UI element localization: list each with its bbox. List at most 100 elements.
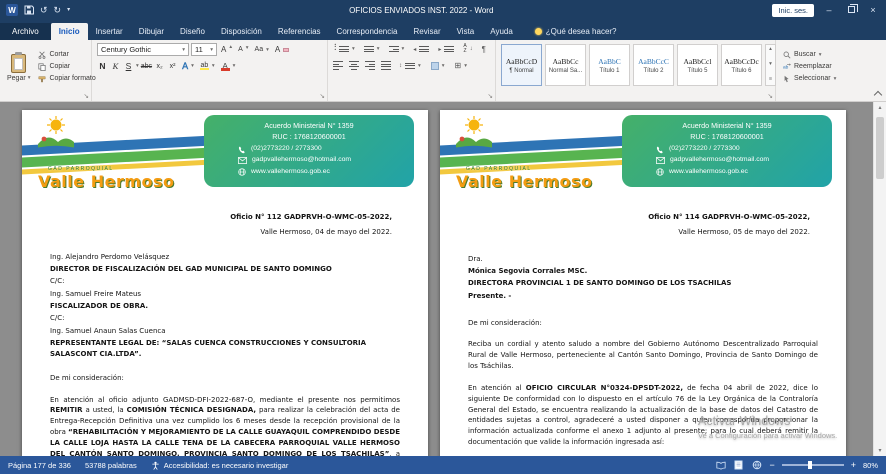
scroll-down-icon[interactable]: ▾ [874, 447, 886, 454]
grow-font-button[interactable]: A▴ [219, 45, 234, 55]
gallery-down-icon[interactable]: ▾ [769, 61, 772, 69]
scrollbar-thumb[interactable] [876, 117, 884, 179]
web-layout-button[interactable] [751, 460, 762, 471]
page-indicator[interactable]: Página 177 de 336 [8, 461, 71, 470]
redo-icon[interactable]: ↻ [54, 6, 62, 15]
window-title: OFICIOS ENVIADOS INST. 2022 - Word [70, 6, 772, 15]
numbering-button[interactable]: ▾ [362, 45, 382, 53]
clear-formatting-button[interactable]: A [273, 44, 291, 55]
font-family-value: Century Gothic [101, 45, 151, 54]
zoom-slider-thumb[interactable] [808, 461, 812, 469]
style-titulo-2[interactable]: AaBbCcCTítulo 2 [633, 44, 674, 86]
subscript-button[interactable]: x₂ [154, 63, 165, 70]
bullets-button[interactable]: ▾ [333, 45, 357, 53]
print-layout-button[interactable] [733, 460, 744, 471]
style-normal-sa[interactable]: AaBbCcNormal Sa... [545, 44, 586, 86]
style-preview: AaBbC [598, 57, 621, 66]
word-count[interactable]: 53788 palabras [85, 461, 137, 470]
text-effects-button[interactable]: A▾ [180, 60, 196, 72]
change-case-button[interactable]: Aa▾ [253, 45, 271, 54]
borders-button[interactable]: ⊞▾ [453, 60, 469, 71]
document-page-1[interactable]: GAD PARROQUIAL Valle Hermoso Acuerdo Min… [22, 110, 428, 456]
sort-button[interactable]: AZ↓ [461, 43, 474, 55]
vertical-scrollbar[interactable]: ▴ ▾ [873, 102, 886, 456]
format-painter-button[interactable]: Copiar formato [36, 74, 97, 84]
clipboard-dialog-launcher-icon[interactable]: ↘ [84, 94, 89, 101]
style-titulo-1[interactable]: AaBbCTítulo 1 [589, 44, 630, 86]
select-button[interactable]: Seleccionar▾ [781, 74, 838, 84]
zoom-out-button[interactable]: − [769, 461, 774, 470]
collapse-ribbon-button[interactable] [870, 40, 886, 101]
recipient-block: Dra. Mónica Segovia Corrales MSC. DIRECT… [468, 254, 818, 302]
sign-in-button[interactable]: Inic. ses. [772, 4, 814, 17]
font-family-combo[interactable]: Century Gothic▾ [97, 43, 189, 56]
styles-dialog-launcher-icon[interactable]: ↘ [768, 94, 773, 101]
read-mode-button[interactable] [715, 460, 726, 471]
undo-icon[interactable]: ↺ [40, 6, 48, 15]
replace-button[interactable]: ab Reemplazar [781, 62, 838, 72]
style-titulo-6[interactable]: AaBbCcDcTítulo 6 [721, 44, 762, 86]
style-normal[interactable]: AaBbCcD¶ Normal [501, 44, 542, 86]
align-left-button[interactable] [333, 61, 343, 70]
tab-vista[interactable]: Vista [449, 23, 483, 40]
italic-button[interactable]: K [110, 61, 121, 71]
tab-ayuda[interactable]: Ayuda [482, 23, 521, 40]
align-right-button[interactable] [365, 61, 375, 70]
tab-referencias[interactable]: Referencias [270, 23, 329, 40]
strikethrough-button[interactable]: abc [141, 63, 152, 70]
chevron-down-icon: ▾ [28, 75, 31, 81]
letterhead: GAD PARROQUIAL Valle Hermoso Acuerdo Min… [440, 110, 846, 202]
restore-button[interactable] [844, 5, 858, 15]
shading-button[interactable]: ▾ [429, 61, 447, 71]
increase-indent-button[interactable]: ▸ [436, 45, 456, 54]
shrink-font-button[interactable]: A▾ [236, 45, 250, 54]
close-button[interactable]: × [866, 5, 880, 15]
font-color-button[interactable]: A▾ [219, 61, 238, 72]
font-size-combo[interactable]: 11▾ [191, 43, 217, 56]
paragraph-dialog-launcher-icon[interactable]: ↘ [488, 94, 493, 101]
accessibility-checker[interactable]: Accesibilidad: es necesario investigar [151, 461, 289, 470]
cut-label: Cortar [49, 51, 68, 58]
zoom-slider[interactable] [782, 464, 844, 466]
tab-correspondencia[interactable]: Correspondencia [329, 23, 406, 40]
tab-disposicion[interactable]: Disposición [213, 23, 270, 40]
find-button[interactable]: Buscar▾ [781, 50, 838, 60]
tab-archivo[interactable]: Archivo [0, 23, 51, 40]
copy-button[interactable]: Copiar [36, 62, 97, 72]
tab-revisar[interactable]: Revisar [405, 23, 448, 40]
gallery-more-icon[interactable]: ≡ [769, 76, 772, 84]
style-name: ¶ Normal [509, 68, 533, 74]
save-icon[interactable] [24, 5, 34, 15]
superscript-button[interactable]: x² [167, 63, 178, 70]
line-spacing-button[interactable]: ↕▾ [397, 62, 423, 70]
oficio-date: Valle Hermoso, 04 de mayo del 2022. [50, 227, 400, 238]
shading-icon [431, 62, 439, 70]
document-page-2[interactable]: GAD PARROQUIAL Valle Hermoso Acuerdo Min… [440, 110, 846, 456]
highlight-button[interactable]: ab▾ [198, 61, 217, 72]
underline-button[interactable]: S [123, 61, 134, 71]
minimize-button[interactable]: – [822, 5, 836, 15]
font-dialog-launcher-icon[interactable]: ↘ [320, 94, 325, 101]
show-marks-button[interactable]: ¶ [480, 44, 488, 55]
mail-icon [238, 157, 247, 164]
style-name: Normal Sa... [549, 68, 582, 74]
zoom-level[interactable]: 80% [863, 461, 878, 470]
paste-button[interactable]: Pegar▾ [5, 43, 32, 90]
zoom-in-button[interactable]: + [851, 461, 856, 470]
tell-me-search[interactable]: ¿Qué desea hacer? [535, 27, 617, 40]
group-portapapeles: Pegar▾ Cortar Copiar Copiar formato ↘ [0, 40, 92, 101]
tab-diseno[interactable]: Diseño [172, 23, 213, 40]
decrease-indent-button[interactable]: ◂ [411, 45, 431, 54]
tab-inicio[interactable]: Inicio [51, 23, 88, 40]
style-titulo-5[interactable]: AaBbCclTítulo 5 [677, 44, 718, 86]
tab-dibujar[interactable]: Dibujar [131, 23, 172, 40]
gallery-up-icon[interactable]: ▴ [769, 46, 772, 54]
multilevel-list-button[interactable]: ▾ [387, 45, 407, 53]
bold-button[interactable]: N [97, 61, 108, 71]
underline-options-icon[interactable]: ▾ [136, 63, 139, 69]
scroll-up-icon[interactable]: ▴ [874, 104, 886, 111]
tab-insertar[interactable]: Insertar [88, 23, 131, 40]
align-center-button[interactable] [349, 61, 359, 70]
justify-button[interactable] [381, 61, 391, 70]
cut-button[interactable]: Cortar [36, 50, 97, 60]
